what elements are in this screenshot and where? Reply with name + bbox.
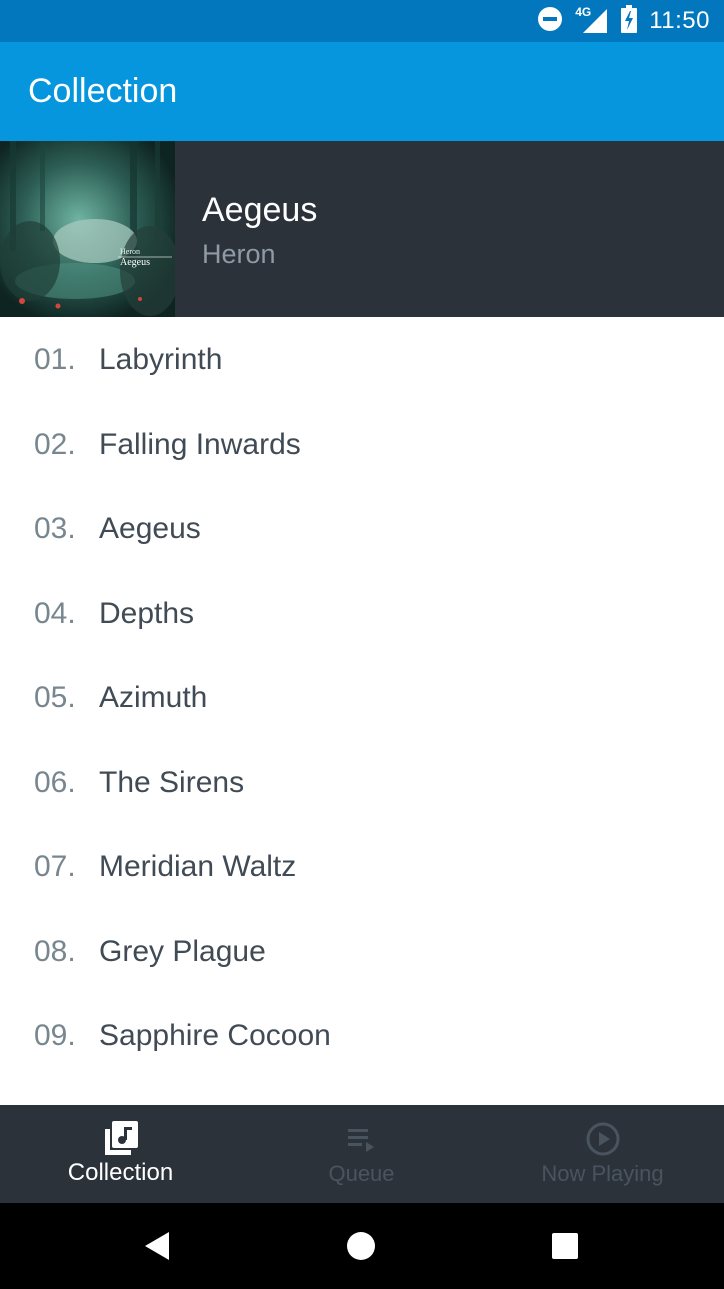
status-bar: 4G 11:50 <box>0 0 724 42</box>
track-row[interactable]: 02. Falling Inwards <box>0 402 724 487</box>
track-list: 01. Labyrinth 02. Falling Inwards 03. Ae… <box>0 317 724 1105</box>
album-header[interactable]: Heron Aegeus Aegeus Heron <box>0 141 724 317</box>
album-title: Aegeus <box>202 191 318 229</box>
track-row[interactable]: 04. Depths <box>0 571 724 656</box>
track-number: 01. <box>34 343 76 376</box>
cover-title-text: Aegeus <box>120 257 150 268</box>
track-row[interactable]: 05. Azimuth <box>0 655 724 740</box>
battery-charging-icon <box>621 4 638 38</box>
track-title: Meridian Waltz <box>99 850 297 883</box>
track-number: 04. <box>34 596 76 630</box>
nav-label-now-playing: Now Playing <box>541 1161 664 1186</box>
track-title: Aegeus <box>99 512 201 545</box>
album-artist: Heron <box>202 239 276 269</box>
track-number: 06. <box>34 765 76 799</box>
library-music-icon <box>101 1119 141 1159</box>
track-number: 05. <box>34 681 76 714</box>
track-row[interactable]: 09. Sapphire Cocoon <box>0 993 724 1078</box>
track-row[interactable]: 07. Meridian Waltz <box>0 824 724 909</box>
track-title: The Sirens <box>99 765 245 799</box>
nav-label-queue: Queue <box>328 1161 395 1186</box>
cellular-signal-icon: 4G <box>575 5 609 35</box>
nav-label-collection: Collection <box>67 1159 174 1186</box>
track-number: 02. <box>34 427 76 461</box>
track-title: Sapphire Cocoon <box>99 1019 331 1052</box>
queue-icon <box>342 1119 382 1159</box>
bottom-navigation: Collection Queue Now Playing <box>0 1105 724 1203</box>
page-title: Collection <box>28 72 178 110</box>
album-cover-image: Heron Aegeus <box>0 141 175 317</box>
track-title: Azimuth <box>99 681 208 714</box>
track-title: Grey Plague <box>99 934 266 968</box>
cover-artist-text: Heron <box>120 247 140 256</box>
track-row[interactable]: 08. Grey Plague <box>0 909 724 994</box>
status-icons: 4G 11:50 <box>537 0 710 42</box>
home-icon[interactable] <box>345 1230 377 1267</box>
track-number: 08. <box>34 934 76 968</box>
status-time: 11:50 <box>649 7 710 34</box>
app-bar: Collection <box>0 42 724 141</box>
back-icon[interactable] <box>143 1230 171 1267</box>
system-navigation-bar <box>0 1203 724 1289</box>
nav-now-playing[interactable]: Now Playing <box>482 1105 723 1203</box>
track-number: 03. <box>34 512 76 545</box>
track-number: 07. <box>34 850 76 883</box>
play-circle-icon <box>583 1119 623 1159</box>
do-not-disturb-icon <box>537 6 563 37</box>
track-number: 09. <box>34 1019 76 1052</box>
nav-collection[interactable]: Collection <box>0 1105 241 1203</box>
nav-queue[interactable]: Queue <box>241 1105 482 1203</box>
track-row[interactable]: 03. Aegeus <box>0 486 724 571</box>
recents-icon[interactable] <box>551 1232 579 1265</box>
track-title: Labyrinth <box>99 343 223 376</box>
track-title: Depths <box>99 596 195 630</box>
track-title: Falling Inwards <box>99 427 301 461</box>
track-row[interactable]: 01. Labyrinth <box>0 317 724 402</box>
track-row[interactable]: 06. The Sirens <box>0 740 724 825</box>
